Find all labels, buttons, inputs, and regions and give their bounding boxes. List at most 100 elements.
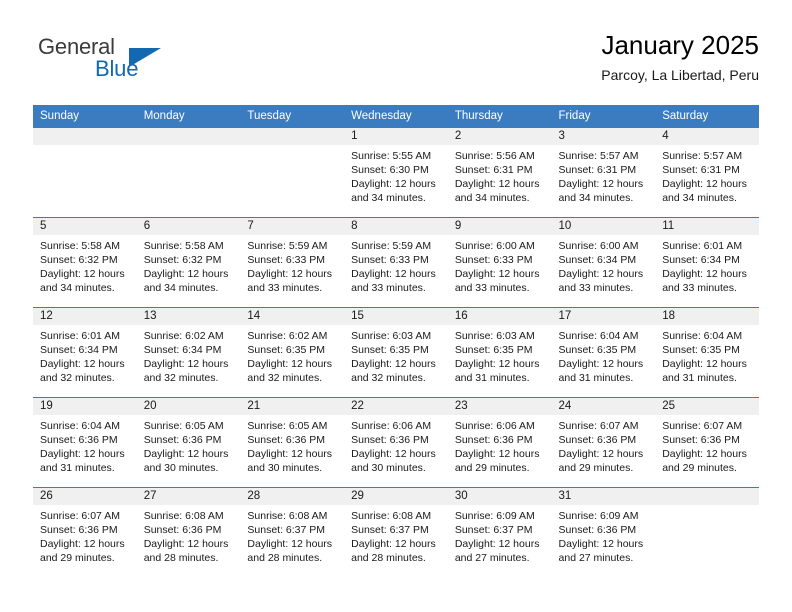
calendar-day-cell[interactable]: 8 Sunrise: 5:59 AM Sunset: 6:33 PM Daylight… [344, 217, 448, 307]
day-number: 29 [344, 488, 448, 505]
calendar-day-cell[interactable]: 23 Sunrise: 6:06 AM Sunset: 6:36 PM Dayligh… [447, 397, 552, 487]
day-detail: Sunrise: 5:56 AM Sunset: 6:31 PM Daylight:… [448, 145, 552, 205]
calendar-day-cell[interactable]: 14 Sunrise: 6:02 AM Sunset: 6:35 PM Dayligh… [240, 307, 345, 397]
day-empty [136, 127, 241, 217]
day-detail: Sunrise: 6:02 AM Sunset: 6:35 PM Daylight:… [240, 325, 344, 385]
calendar-day-cell[interactable]: 16 Sunrise: 6:03 AM Sunset: 6:35 PM Dayligh… [447, 307, 552, 397]
calendar-day-cell[interactable]: 3 Sunrise: 5:57 AM Sunset: 6:31 PM Daylight… [551, 127, 656, 217]
day-4[interactable]: 4 Sunrise: 5:57 AM Sunset: 6:31 PM Daylight… [655, 127, 759, 217]
day-detail: Sunrise: 6:07 AM Sunset: 6:36 PM Daylight:… [655, 415, 759, 475]
day-number: 4 [655, 128, 759, 145]
day-number: 3 [551, 128, 656, 145]
day-20[interactable]: 20 Sunrise: 6:05 AM Sunset: 6:36 PM Dayligh… [136, 397, 241, 487]
calendar-day-cell[interactable]: 21 Sunrise: 6:05 AM Sunset: 6:36 PM Dayligh… [240, 397, 345, 487]
day-detail: Sunrise: 6:05 AM Sunset: 6:36 PM Daylight:… [240, 415, 344, 475]
calendar-day-cell[interactable]: 2 Sunrise: 5:56 AM Sunset: 6:31 PM Daylight… [447, 127, 552, 217]
day-9[interactable]: 9 Sunrise: 6:00 AM Sunset: 6:33 PM Daylight… [447, 217, 552, 307]
calendar-day-cell[interactable]: 12 Sunrise: 6:01 AM Sunset: 6:34 PM Dayligh… [33, 307, 137, 397]
day-23[interactable]: 23 Sunrise: 6:06 AM Sunset: 6:36 PM Dayligh… [447, 397, 552, 487]
day-15[interactable]: 15 Sunrise: 6:03 AM Sunset: 6:35 PM Dayligh… [344, 307, 448, 397]
day-27[interactable]: 27 Sunrise: 6:08 AM Sunset: 6:36 PM Dayligh… [136, 487, 241, 577]
calendar-day-cell[interactable]: 15 Sunrise: 6:03 AM Sunset: 6:35 PM Dayligh… [344, 307, 448, 397]
day-5[interactable]: 5 Sunrise: 5:58 AM Sunset: 6:32 PM Daylight… [33, 217, 137, 307]
day-14[interactable]: 14 Sunrise: 6:02 AM Sunset: 6:35 PM Dayligh… [240, 307, 345, 397]
calendar-day-cell[interactable] [33, 127, 137, 217]
calendar-day-cell[interactable]: 17 Sunrise: 6:04 AM Sunset: 6:35 PM Dayligh… [551, 307, 656, 397]
calendar-week-row: 19 Sunrise: 6:04 AM Sunset: 6:36 PM Dayligh… [33, 397, 759, 487]
calendar-day-cell[interactable] [136, 127, 241, 217]
calendar-day-cell[interactable]: 9 Sunrise: 6:00 AM Sunset: 6:33 PM Daylight… [447, 217, 552, 307]
daylight-text-line2: and 34 minutes. [143, 282, 219, 294]
calendar-day-cell[interactable]: 18 Sunrise: 6:04 AM Sunset: 6:35 PM Dayligh… [655, 307, 759, 397]
calendar-day-cell[interactable]: 6 Sunrise: 5:58 AM Sunset: 6:32 PM Daylight… [136, 217, 241, 307]
calendar-day-cell[interactable]: 5 Sunrise: 5:58 AM Sunset: 6:32 PM Daylight… [33, 217, 137, 307]
day-1[interactable]: 1 Sunrise: 5:55 AM Sunset: 6:30 PM Daylight… [344, 127, 448, 217]
sunset-text: Sunset: 6:37 PM [247, 524, 326, 536]
weekday-header-sunday: Sunday [33, 105, 137, 127]
day-18[interactable]: 18 Sunrise: 6:04 AM Sunset: 6:35 PM Dayligh… [655, 307, 759, 397]
calendar-day-cell[interactable]: 19 Sunrise: 6:04 AM Sunset: 6:36 PM Dayligh… [33, 397, 137, 487]
day-25[interactable]: 25 Sunrise: 6:07 AM Sunset: 6:36 PM Dayligh… [655, 397, 759, 487]
day-number: 20 [136, 398, 241, 415]
day-2[interactable]: 2 Sunrise: 5:56 AM Sunset: 6:31 PM Daylight… [447, 127, 552, 217]
day-6[interactable]: 6 Sunrise: 5:58 AM Sunset: 6:32 PM Daylight… [136, 217, 241, 307]
day-26[interactable]: 26 Sunrise: 6:07 AM Sunset: 6:36 PM Dayligh… [33, 487, 137, 577]
weekday-header-friday: Friday [551, 105, 656, 127]
calendar-day-cell[interactable] [240, 127, 345, 217]
calendar-day-cell[interactable]: 24 Sunrise: 6:07 AM Sunset: 6:36 PM Dayligh… [551, 397, 656, 487]
calendar-day-cell[interactable]: 27 Sunrise: 6:08 AM Sunset: 6:36 PM Dayligh… [136, 487, 241, 577]
calendar-week-row: 1 Sunrise: 5:55 AM Sunset: 6:30 PM Daylight… [33, 127, 759, 217]
calendar-day-cell[interactable]: 22 Sunrise: 6:06 AM Sunset: 6:36 PM Dayligh… [344, 397, 448, 487]
day-28[interactable]: 28 Sunrise: 6:08 AM Sunset: 6:37 PM Dayligh… [240, 487, 345, 577]
sunrise-text: Sunrise: 6:02 AM [247, 330, 328, 342]
day-number: 10 [551, 218, 656, 235]
calendar-day-cell[interactable]: 10 Sunrise: 6:00 AM Sunset: 6:34 PM Dayligh… [551, 217, 656, 307]
day-12[interactable]: 12 Sunrise: 6:01 AM Sunset: 6:34 PM Dayligh… [33, 307, 137, 397]
calendar-day-cell[interactable]: 29 Sunrise: 6:08 AM Sunset: 6:37 PM Dayligh… [344, 487, 448, 577]
day-16[interactable]: 16 Sunrise: 6:03 AM Sunset: 6:35 PM Dayligh… [447, 307, 552, 397]
daylight-text-line2: and 29 minutes. [454, 462, 530, 474]
daylight-text-line1: Daylight: 12 hours [662, 178, 747, 190]
daylight-text-line1: Daylight: 12 hours [143, 538, 229, 550]
day-22[interactable]: 22 Sunrise: 6:06 AM Sunset: 6:36 PM Dayligh… [344, 397, 448, 487]
daylight-text-line1: Daylight: 12 hours [351, 538, 436, 550]
daylight-text-line2: and 31 minutes. [558, 372, 634, 384]
daylight-text-line1: Daylight: 12 hours [558, 538, 644, 550]
day-detail: Sunrise: 6:09 AM Sunset: 6:37 PM Daylight:… [448, 505, 552, 565]
day-8[interactable]: 8 Sunrise: 5:59 AM Sunset: 6:33 PM Daylight… [344, 217, 448, 307]
day-21[interactable]: 21 Sunrise: 6:05 AM Sunset: 6:36 PM Dayligh… [240, 397, 345, 487]
sunset-text: Sunset: 6:31 PM [558, 164, 637, 176]
day-13[interactable]: 13 Sunrise: 6:02 AM Sunset: 6:34 PM Dayligh… [136, 307, 241, 397]
calendar-day-cell[interactable]: 13 Sunrise: 6:02 AM Sunset: 6:34 PM Dayligh… [136, 307, 241, 397]
calendar-day-cell[interactable]: 7 Sunrise: 5:59 AM Sunset: 6:33 PM Daylight… [240, 217, 345, 307]
daylight-text-line1: Daylight: 12 hours [662, 358, 747, 370]
calendar-day-cell[interactable]: 11 Sunrise: 6:01 AM Sunset: 6:34 PM Dayligh… [655, 217, 759, 307]
day-17[interactable]: 17 Sunrise: 6:04 AM Sunset: 6:35 PM Dayligh… [551, 307, 656, 397]
daylight-text-line2: and 32 minutes. [40, 372, 115, 384]
day-24[interactable]: 24 Sunrise: 6:07 AM Sunset: 6:36 PM Dayligh… [551, 397, 656, 487]
calendar-day-cell[interactable]: 1 Sunrise: 5:55 AM Sunset: 6:30 PM Daylight… [344, 127, 448, 217]
day-detail: Sunrise: 6:08 AM Sunset: 6:36 PM Daylight:… [137, 505, 241, 565]
daylight-text-line2: and 32 minutes. [143, 372, 219, 384]
day-30[interactable]: 30 Sunrise: 6:09 AM Sunset: 6:37 PM Dayligh… [447, 487, 552, 577]
day-number: 6 [136, 218, 241, 235]
day-7[interactable]: 7 Sunrise: 5:59 AM Sunset: 6:33 PM Daylight… [240, 217, 345, 307]
day-11[interactable]: 11 Sunrise: 6:01 AM Sunset: 6:34 PM Dayligh… [655, 217, 759, 307]
calendar-day-cell[interactable]: 26 Sunrise: 6:07 AM Sunset: 6:36 PM Dayligh… [33, 487, 137, 577]
calendar-day-cell[interactable]: 25 Sunrise: 6:07 AM Sunset: 6:36 PM Dayligh… [655, 397, 759, 487]
calendar-day-cell[interactable]: 4 Sunrise: 5:57 AM Sunset: 6:31 PM Daylight… [655, 127, 759, 217]
calendar-day-cell[interactable]: 30 Sunrise: 6:09 AM Sunset: 6:37 PM Dayligh… [447, 487, 552, 577]
sunrise-text: Sunrise: 5:57 AM [558, 150, 639, 162]
day-10[interactable]: 10 Sunrise: 6:00 AM Sunset: 6:34 PM Dayligh… [551, 217, 656, 307]
calendar-day-cell[interactable]: 31 Sunrise: 6:09 AM Sunset: 6:36 PM Dayligh… [551, 487, 656, 577]
day-3[interactable]: 3 Sunrise: 5:57 AM Sunset: 6:31 PM Daylight… [551, 127, 656, 217]
calendar-day-cell[interactable]: 28 Sunrise: 6:08 AM Sunset: 6:37 PM Dayligh… [240, 487, 345, 577]
general-blue-logo[interactable]: General Blue [33, 34, 253, 90]
day-31[interactable]: 31 Sunrise: 6:09 AM Sunset: 6:36 PM Dayligh… [551, 487, 656, 577]
day-number: 14 [240, 308, 345, 325]
day-29[interactable]: 29 Sunrise: 6:08 AM Sunset: 6:37 PM Dayligh… [344, 487, 448, 577]
sunset-text: Sunset: 6:31 PM [662, 164, 740, 176]
calendar-day-cell[interactable] [655, 487, 759, 577]
calendar-day-cell[interactable]: 20 Sunrise: 6:05 AM Sunset: 6:36 PM Dayligh… [136, 397, 241, 487]
day-19[interactable]: 19 Sunrise: 6:04 AM Sunset: 6:36 PM Dayligh… [33, 397, 137, 487]
